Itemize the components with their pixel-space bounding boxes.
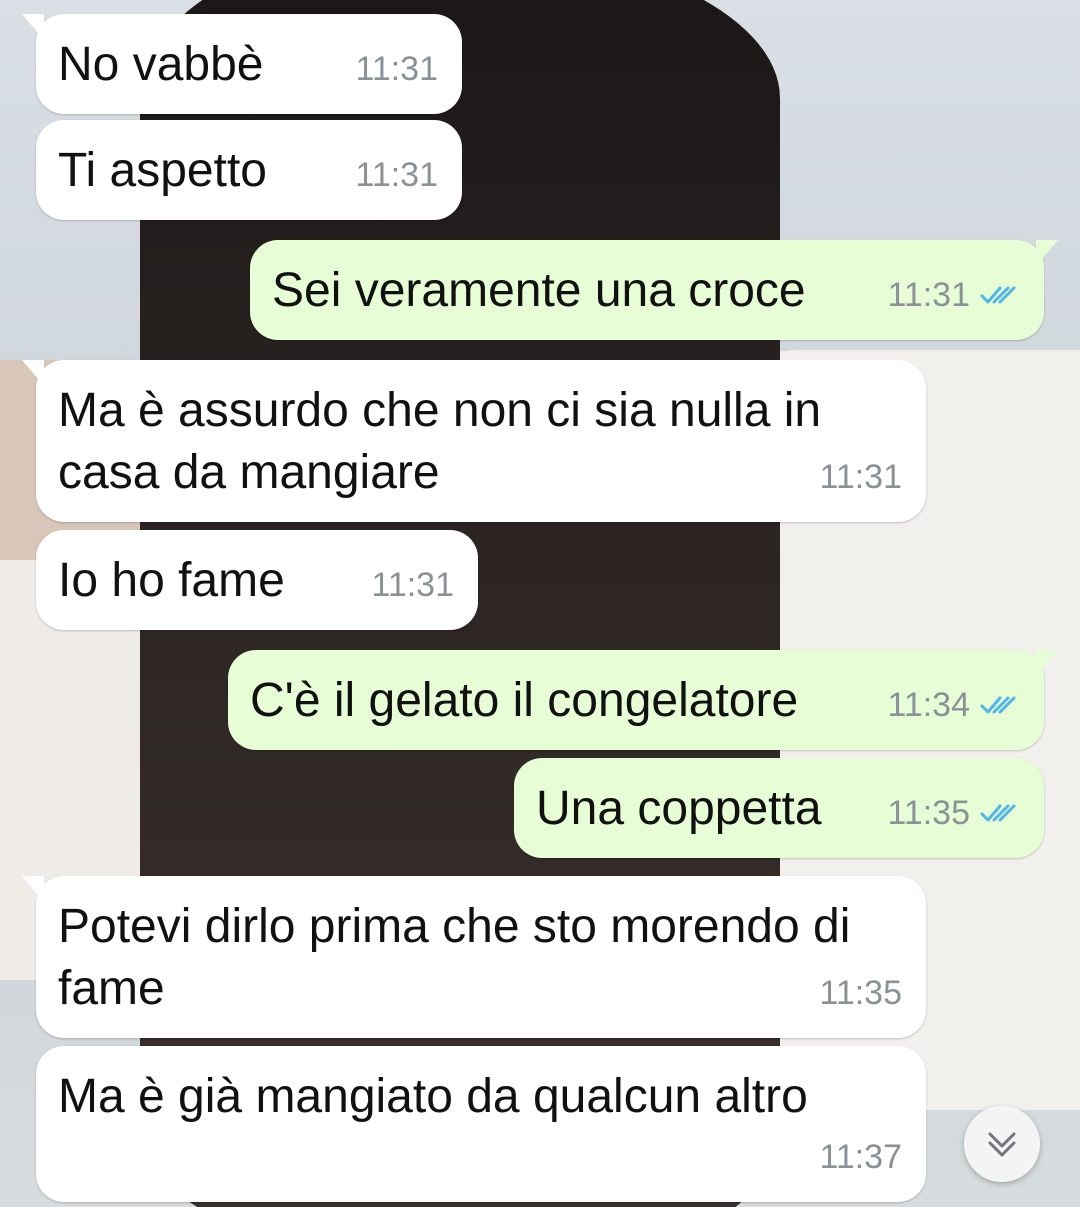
- double-check-read-icon: [980, 696, 1016, 714]
- message-time: 11:37: [819, 1138, 902, 1176]
- message-text: Potevi dirlo prima che sto morendo di fa…: [58, 900, 851, 1015]
- message-time: 11:35: [887, 794, 970, 832]
- double-check-read-icon: [980, 804, 1016, 822]
- message-outgoing[interactable]: Sei veramente una croce 11:31: [250, 240, 1058, 340]
- message-time: 11:31: [887, 276, 970, 314]
- scroll-to-bottom-button[interactable]: [964, 1106, 1040, 1182]
- message-time: 11:31: [355, 156, 438, 194]
- message-time: 11:34: [887, 686, 970, 724]
- message-incoming[interactable]: Io ho fame 11:31: [36, 530, 478, 630]
- message-incoming[interactable]: Potevi dirlo prima che sto morendo di fa…: [22, 876, 926, 1038]
- message-text: Ma è assurdo che non ci sia nulla in cas…: [58, 384, 822, 499]
- message-time: 11:31: [371, 566, 454, 604]
- message-time: 11:31: [355, 50, 438, 88]
- message-outgoing[interactable]: C'è il gelato il congelatore 11:34: [228, 650, 1058, 750]
- message-incoming[interactable]: Ma è già mangiato da qualcun altro 11:37: [36, 1046, 926, 1202]
- message-list[interactable]: No vabbè 11:31 Ti aspetto 11:31 Sei vera…: [0, 0, 1080, 1207]
- chevron-double-down-icon: [988, 1132, 1016, 1157]
- message-incoming[interactable]: Ti aspetto 11:31: [36, 120, 462, 220]
- message-outgoing[interactable]: Una coppetta 11:35: [514, 758, 1044, 858]
- message-time: 11:35: [819, 974, 902, 1012]
- message-text: Ma è già mangiato da qualcun altro: [58, 1070, 808, 1123]
- message-time: 11:31: [819, 458, 902, 496]
- double-check-read-icon: [980, 286, 1016, 304]
- message-incoming[interactable]: No vabbè 11:31: [22, 14, 462, 114]
- message-incoming[interactable]: Ma è assurdo che non ci sia nulla in cas…: [22, 360, 926, 522]
